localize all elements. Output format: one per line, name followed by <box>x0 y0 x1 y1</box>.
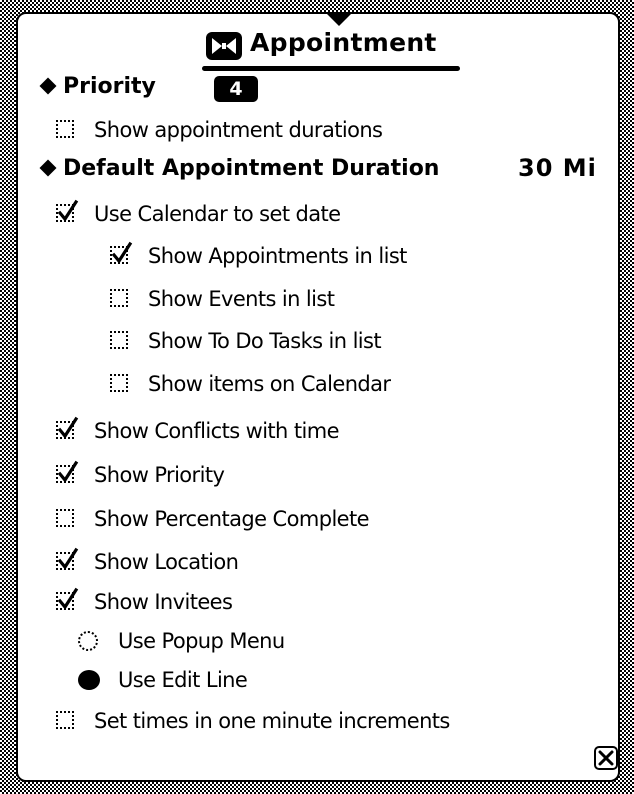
radio-label: Use Edit Line <box>118 668 248 692</box>
checkbox-set-times-one-minute[interactable] <box>56 711 74 729</box>
radio-button[interactable] <box>78 631 98 651</box>
checkbox-show-appointment-durations[interactable] <box>56 120 74 138</box>
title-bar: Appointment <box>202 28 462 71</box>
checkbox-show-events-in-list[interactable] <box>110 289 128 307</box>
checkbox-show-items-on-calendar[interactable] <box>110 374 128 392</box>
preferences-window: Appointment Priority 4 Default Appointme… <box>16 12 620 782</box>
check-mark-icon <box>57 547 79 570</box>
window-top-notch <box>327 14 351 26</box>
radio-label: Use Popup Menu <box>118 629 285 653</box>
option-label: Show appointment durations <box>94 118 383 142</box>
option-label: Show items on Calendar <box>148 372 391 396</box>
check-mark-icon <box>57 199 79 222</box>
option-label: Show Percentage Complete <box>94 507 370 531</box>
check-mark-icon <box>57 587 79 610</box>
close-box-icon[interactable] <box>594 746 618 770</box>
check-mark-icon <box>57 460 79 483</box>
option-label: Set times in one minute increments <box>94 709 450 733</box>
title-underline <box>202 66 460 71</box>
option-label: Show To Do Tasks in list <box>148 329 382 353</box>
check-mark-icon <box>111 241 133 264</box>
option-label: Show Invitees <box>94 590 233 614</box>
duration-label: Default Appointment Duration <box>63 156 440 181</box>
option-label: Use Calendar to set date <box>94 202 341 226</box>
check-mark-icon <box>57 416 79 439</box>
checkbox-show-location[interactable] <box>56 547 79 570</box>
option-label: Show Conflicts with time <box>94 419 340 443</box>
diamond-icon <box>39 77 57 95</box>
checkbox-show-priority[interactable] <box>56 460 79 483</box>
checkbox-show-todo-tasks-in-list[interactable] <box>110 331 128 349</box>
checkbox-use-calendar[interactable] <box>56 199 79 222</box>
option-label: Show Events in list <box>148 287 335 311</box>
appointment-bowtie-icon <box>206 32 242 60</box>
checkbox-show-invitees[interactable] <box>56 587 79 610</box>
duration-picker[interactable]: Default Appointment Duration <box>38 156 439 181</box>
checkbox-show-conflicts[interactable] <box>56 416 79 439</box>
priority-label: Priority <box>63 74 156 99</box>
page-title: Appointment <box>250 28 437 57</box>
option-label: Show Appointments in list <box>148 244 407 268</box>
option-label: Show Priority <box>94 463 225 487</box>
priority-value[interactable]: 4 <box>214 76 258 102</box>
diamond-icon <box>39 159 57 177</box>
duration-value[interactable]: 30 Mi <box>518 154 597 182</box>
checkbox-show-appointments-in-list[interactable] <box>110 241 133 264</box>
checkbox-show-percentage-complete[interactable] <box>56 509 74 527</box>
radio-button[interactable] <box>78 670 100 690</box>
priority-picker[interactable]: Priority <box>38 74 156 99</box>
option-label: Show Location <box>94 550 239 574</box>
